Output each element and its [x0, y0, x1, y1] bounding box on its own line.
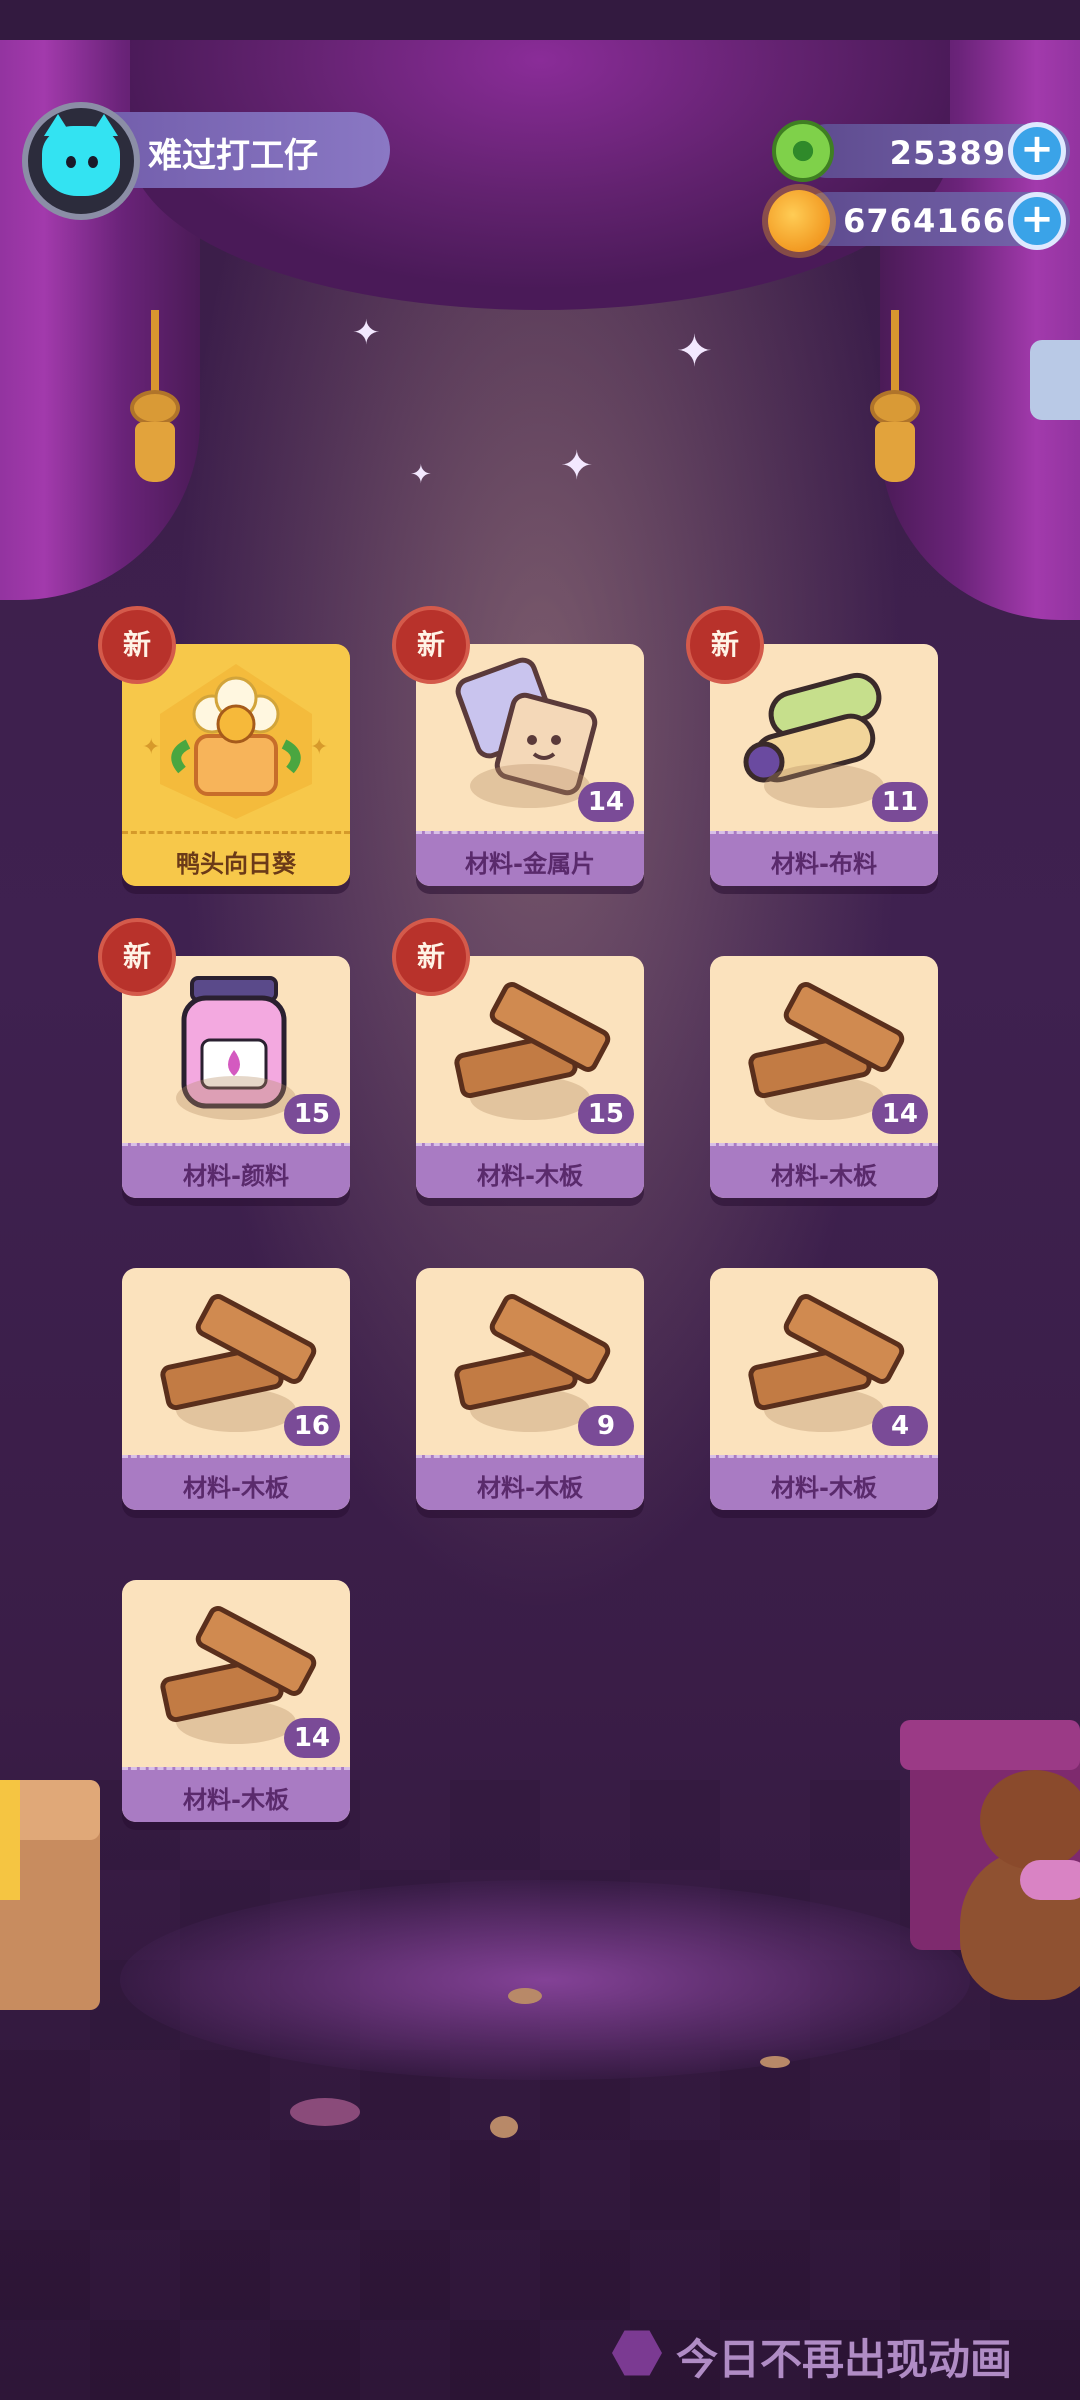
new-badge: 新 — [392, 918, 470, 996]
sparkle-icon: ✦ — [352, 313, 381, 353]
quantity-badge: 15 — [577, 1094, 634, 1134]
quantity-badge: 14 — [577, 782, 634, 822]
reward-label: 材料-木板 — [771, 1162, 877, 1190]
reward-card[interactable]: 14 材料-金属片 — [416, 644, 644, 886]
reward-label: 材料-布料 — [771, 850, 877, 878]
new-badge: 新 — [98, 606, 176, 684]
reward-label: 鸭头向日葵 — [176, 850, 296, 878]
reward-label: 材料-木板 — [771, 1474, 877, 1502]
reward-card[interactable]: 15 材料-颜料 — [122, 956, 350, 1198]
stage-floor-glow — [120, 1880, 970, 2080]
skip-animation-toggle[interactable]: 今日不再出现动画 — [612, 2320, 1062, 2384]
reward-card[interactable]: 11 材料-布料 — [710, 644, 938, 886]
quantity-badge: 15 — [283, 1094, 340, 1134]
reward-card[interactable]: 14 材料-木板 — [710, 956, 938, 1198]
new-badge: 新 — [392, 606, 470, 684]
box-ribbon — [0, 1780, 20, 1900]
green-donut-coin-icon — [772, 120, 834, 182]
sparkle-icon: ✦ — [560, 443, 594, 489]
teddy-bear-decoration — [950, 1770, 1080, 2020]
quantity-badge: 11 — [871, 782, 928, 822]
reward-card[interactable]: 4 材料-木板 — [710, 1268, 938, 1510]
reward-label: 材料-木板 — [183, 1786, 289, 1814]
reward-card[interactable]: 16 材料-木板 — [122, 1268, 350, 1510]
reward-card[interactable]: 9 材料-木板 — [416, 1268, 644, 1510]
avatar[interactable] — [22, 102, 140, 220]
planet-currency-value: 6764166 — [843, 202, 1006, 240]
reward-label: 材料-木板 — [183, 1474, 289, 1502]
cat-avatar-icon — [42, 114, 120, 196]
reward-label: 材料-金属片 — [465, 850, 595, 878]
quantity-badge: 4 — [872, 1406, 928, 1446]
quantity-badge: 14 — [283, 1718, 340, 1758]
floor-crumb — [508, 1988, 542, 2004]
reward-screen: ✦ ✦ ✦ ✦ 难过打工仔 25389 + 6764166 + ✦ ✦ 鸭头向日… — [0, 0, 1080, 2400]
svg-text:✦: ✦ — [142, 735, 160, 760]
floor-crumb — [490, 2116, 518, 2138]
new-badge: 新 — [686, 606, 764, 684]
new-badge: 新 — [98, 918, 176, 996]
reward-label: 材料-木板 — [477, 1474, 583, 1502]
sparkle-icon: ✦ — [676, 326, 713, 377]
side-menu-tab[interactable] — [1030, 340, 1080, 420]
tassel-right — [860, 310, 930, 490]
skip-animation-label: 今日不再出现动画 — [676, 2335, 1013, 2384]
add-planet-currency-button[interactable]: + — [1008, 192, 1066, 250]
profile-name: 难过打工仔 — [148, 136, 318, 176]
quantity-badge: 16 — [283, 1406, 340, 1446]
reward-card[interactable]: ✦ ✦ 鸭头向日葵 — [122, 644, 350, 886]
add-donut-currency-button[interactable]: + — [1008, 122, 1066, 180]
floor-crumb — [290, 2098, 360, 2126]
sparkle-icon: ✦ — [410, 460, 432, 490]
quantity-badge: 9 — [578, 1406, 634, 1446]
reward-card[interactable]: 15 材料-木板 — [416, 956, 644, 1198]
svg-text:✦: ✦ — [310, 735, 328, 760]
donut-currency-value: 25389 — [889, 134, 1006, 172]
tassel-left — [120, 310, 190, 490]
reward-label: 材料-颜料 — [183, 1162, 289, 1190]
gift-box-lid — [900, 1720, 1080, 1770]
reward-card[interactable]: 14 材料-木板 — [122, 1580, 350, 1822]
hexagon-checkbox-icon[interactable] — [612, 2330, 662, 2376]
reward-label: 材料-木板 — [477, 1162, 583, 1190]
floor-crumb — [760, 2056, 790, 2068]
quantity-badge: 14 — [871, 1094, 928, 1134]
orange-planet-coin-icon — [768, 190, 830, 252]
